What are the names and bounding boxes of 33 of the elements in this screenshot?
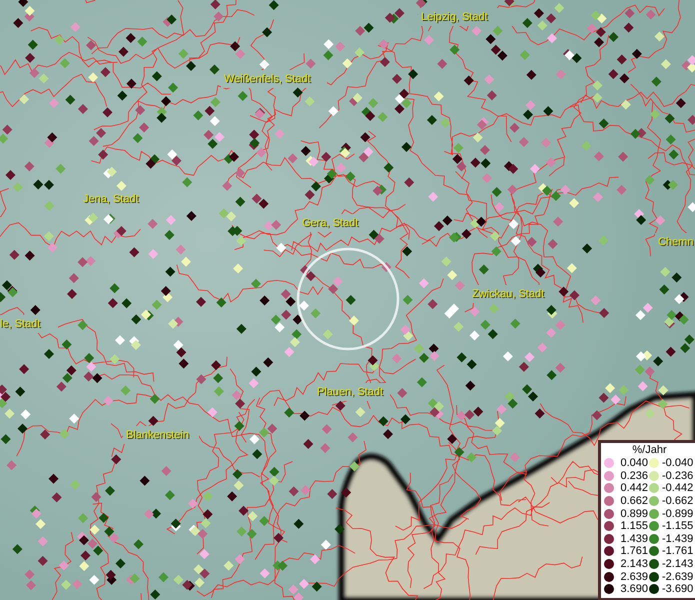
legend-value: -1.155	[662, 520, 693, 532]
legend-value: -0.899	[662, 508, 693, 520]
legend-value: 0.442	[619, 482, 648, 494]
legend-value: 1.761	[619, 545, 648, 558]
selection-circle[interactable]	[296, 248, 400, 350]
legend-value: 0.040	[619, 457, 648, 470]
legend-value: 2.639	[619, 570, 648, 583]
place-label: Weißenfels, Stadt	[224, 72, 311, 86]
legend-value: -2.143	[662, 558, 693, 570]
place-label: Blankenstein	[126, 428, 189, 442]
legend-value: -1.439	[662, 532, 693, 545]
place-label: Plauen, Stadt	[317, 385, 384, 399]
place-label: Chemn	[658, 235, 694, 249]
legend-value: -1.761	[662, 545, 693, 558]
legend-value: -2.639	[662, 570, 693, 583]
place-label: Zwickau, Stadt	[472, 287, 544, 301]
legend-value: 0.236	[619, 470, 648, 482]
legend-value: 0.662	[619, 495, 648, 508]
legend-value: 1.439	[619, 532, 648, 545]
legend-value: 0.899	[619, 508, 648, 520]
legend-value: -0.442	[662, 482, 693, 494]
legend-value: 1.155	[619, 520, 648, 532]
place-label: Leipzig, Stadt	[421, 10, 488, 24]
place-label: Jena, Stadt	[83, 192, 139, 206]
legend-value: 3.690	[619, 583, 648, 596]
legend-value: -0.236	[662, 470, 693, 482]
place-label: Gera, Stadt	[302, 216, 358, 230]
legend-value: -3.690	[662, 583, 693, 596]
legend-title: %/Jahr	[631, 444, 668, 457]
place-label: le, Stadt	[0, 317, 40, 331]
legend-value: -0.040	[662, 457, 693, 470]
legend-value: -0.662	[662, 495, 693, 508]
legend-value: 2.143	[619, 558, 648, 570]
